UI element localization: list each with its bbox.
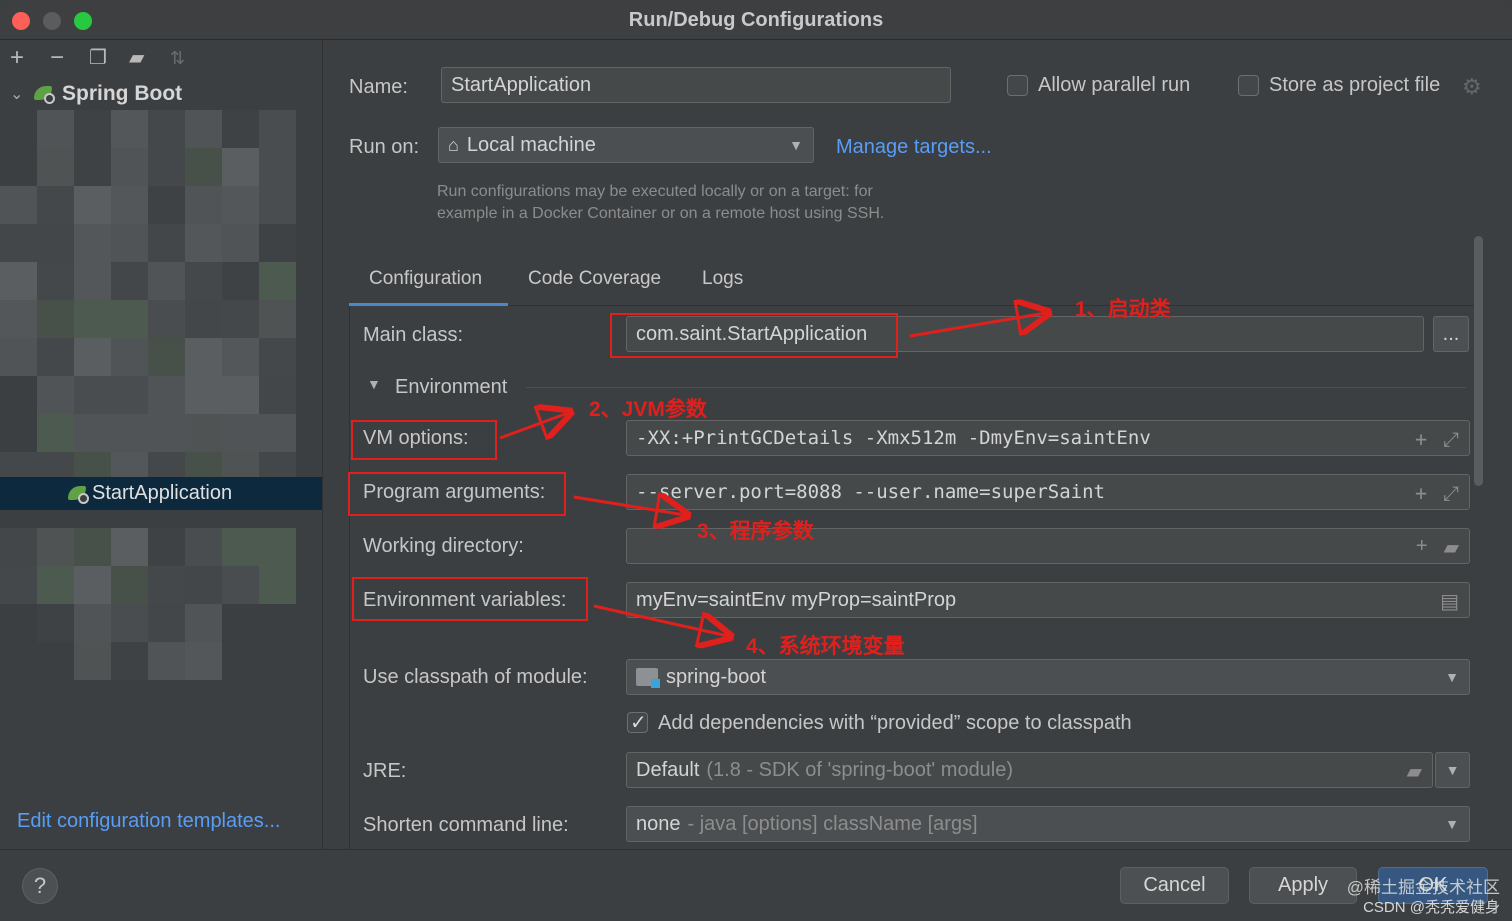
expand-icon[interactable]: ⤢ <box>1443 481 1459 505</box>
add-icon[interactable]: + <box>1415 481 1427 505</box>
gear-icon[interactable]: ⚙ <box>1462 74 1482 100</box>
add-deps-checkbox[interactable] <box>627 710 648 735</box>
watermark-line2: CSDN @秃秃爱健身 <box>1363 899 1500 916</box>
working-dir-label: Working directory: <box>363 535 524 557</box>
vm-options-input[interactable]: -XX:+PrintGCDetails -Xmx512m -DmyEnv=sai… <box>626 420 1470 456</box>
shorten-detail: - java [options] className [args] <box>687 812 978 835</box>
configurations-sidebar: + − ❐ ▰ ⇅ ⌄ Spring Boot StartApplication… <box>0 40 323 850</box>
annotation-box-env-vars <box>352 577 588 621</box>
spring-boot-icon <box>66 483 90 505</box>
tree-item-startapplication[interactable]: StartApplication <box>0 477 322 510</box>
watermark-line1: @稀土掘金技术社区 <box>1346 878 1500 897</box>
run-on-value: Local machine <box>466 133 596 156</box>
shorten-label: Shorten command line: <box>363 814 569 836</box>
annotation-label-2: 2、JVM参数 <box>589 398 707 421</box>
chevron-down-icon[interactable]: ⌄ <box>10 84 26 104</box>
remove-icon[interactable]: − <box>50 46 64 70</box>
apply-button[interactable]: Apply <box>1249 867 1357 904</box>
module-icon <box>636 668 660 688</box>
classpath-select[interactable]: spring-boot ▼ <box>626 659 1470 695</box>
tab-bar: Configuration Code Coverage Logs <box>349 258 1479 307</box>
home-icon: ⌂ <box>448 134 459 155</box>
new-folder-icon[interactable]: ▰ <box>129 46 144 70</box>
section-divider <box>526 387 1466 388</box>
shorten-select[interactable]: none - java [options] className [args] ▼ <box>626 806 1470 842</box>
annotation-label-3: 3、程序参数 <box>697 520 814 543</box>
annotation-box-main-class <box>610 313 898 358</box>
program-args-input[interactable]: --server.port=8088 --user.name=superSain… <box>626 474 1470 510</box>
store-project-checkbox[interactable] <box>1238 75 1259 96</box>
store-project-label: Store as project file <box>1269 74 1441 96</box>
chevron-down-icon: ▼ <box>1445 762 1460 778</box>
run-on-label: Run on: <box>349 136 420 158</box>
sort-icon[interactable]: ⇅ <box>170 46 185 70</box>
tree-group-spring-boot[interactable]: ⌄ Spring Boot <box>10 80 182 108</box>
annotation-label-4: 4、系统环境变量 <box>746 635 905 658</box>
allow-parallel-label: Allow parallel run <box>1038 74 1191 96</box>
tab-logs[interactable]: Logs <box>702 268 743 290</box>
classpath-label: Use classpath of module: <box>363 666 588 688</box>
title-bar: Run/Debug Configurations <box>0 0 1512 40</box>
run-debug-dialog: Run/Debug Configurations + − ❐ ▰ ⇅ ⌄ Spr… <box>0 0 1512 921</box>
allow-parallel-checkbox[interactable] <box>1007 75 1028 96</box>
run-on-hint-line1: Run configurations may be executed local… <box>437 183 873 200</box>
jre-dropdown-button[interactable]: ▼ <box>1435 752 1470 788</box>
main-class-label: Main class: <box>363 324 464 346</box>
tree-item-label: StartApplication <box>92 482 233 504</box>
expand-icon[interactable]: ⤢ <box>1443 427 1459 451</box>
classpath-value: spring-boot <box>666 665 767 688</box>
spring-boot-icon <box>32 83 56 105</box>
annotation-box-vm-options <box>351 420 497 460</box>
shorten-value: none <box>636 812 681 835</box>
chevron-down-icon: ▼ <box>1445 669 1459 685</box>
copy-icon[interactable]: ❐ <box>89 46 107 70</box>
blurred-config-list <box>0 110 323 690</box>
tab-configuration[interactable]: Configuration <box>369 268 482 290</box>
name-label: Name: <box>349 76 408 98</box>
browse-main-class-button[interactable]: ... <box>1433 316 1469 352</box>
folder-icon[interactable]: ▰ <box>1407 759 1422 784</box>
jre-value: Default <box>636 758 700 781</box>
tree-group-label: Spring Boot <box>62 82 183 105</box>
edit-templates-link[interactable]: Edit configuration templates... <box>17 810 280 833</box>
folder-icon[interactable]: ▰ <box>1444 535 1459 560</box>
add-deps-label: Add dependencies with “provided” scope t… <box>658 712 1132 734</box>
chevron-down-icon[interactable]: ▼ <box>367 376 381 392</box>
env-vars-input[interactable]: myEnv=saintEnv myProp=saintProp ▤ <box>626 582 1470 618</box>
add-icon[interactable]: + <box>1415 427 1427 451</box>
run-on-select[interactable]: ⌂ Local machine ▼ <box>438 127 814 163</box>
add-icon[interactable]: + <box>10 46 24 70</box>
window-title: Run/Debug Configurations <box>628 9 884 31</box>
jre-input[interactable]: Default (1.8 - SDK of 'spring-boot' modu… <box>626 752 1433 788</box>
name-input[interactable]: StartApplication <box>441 67 951 103</box>
help-button[interactable]: ? <box>22 868 58 904</box>
env-vars-value: myEnv=saintEnv myProp=saintProp <box>636 588 957 611</box>
annotation-box-program-args <box>348 472 566 516</box>
chevron-down-icon: ▼ <box>1445 816 1459 832</box>
add-icon[interactable]: + <box>1416 535 1428 560</box>
document-icon[interactable]: ▤ <box>1440 589 1459 614</box>
manage-targets-link[interactable]: Manage targets... <box>836 136 992 159</box>
configuration-editor: Name: StartApplication Allow parallel ru… <box>324 40 1512 850</box>
vm-options-value: -XX:+PrintGCDetails -Xmx512m -DmyEnv=sai… <box>636 427 1151 449</box>
environment-section-label: Environment <box>395 376 508 398</box>
run-on-hint-line2: example in a Docker Container or on a re… <box>437 205 885 222</box>
tab-code-coverage[interactable]: Code Coverage <box>528 268 661 290</box>
jre-detail: (1.8 - SDK of 'spring-boot' module) <box>706 758 1014 781</box>
jre-label: JRE: <box>363 760 407 782</box>
scrollbar[interactable] <box>1474 236 1483 486</box>
program-args-value: --server.port=8088 --user.name=superSain… <box>636 481 1105 503</box>
cancel-button[interactable]: Cancel <box>1120 867 1229 904</box>
chevron-down-icon: ▼ <box>789 137 803 153</box>
annotation-label-1: 1、启动类 <box>1075 298 1171 321</box>
